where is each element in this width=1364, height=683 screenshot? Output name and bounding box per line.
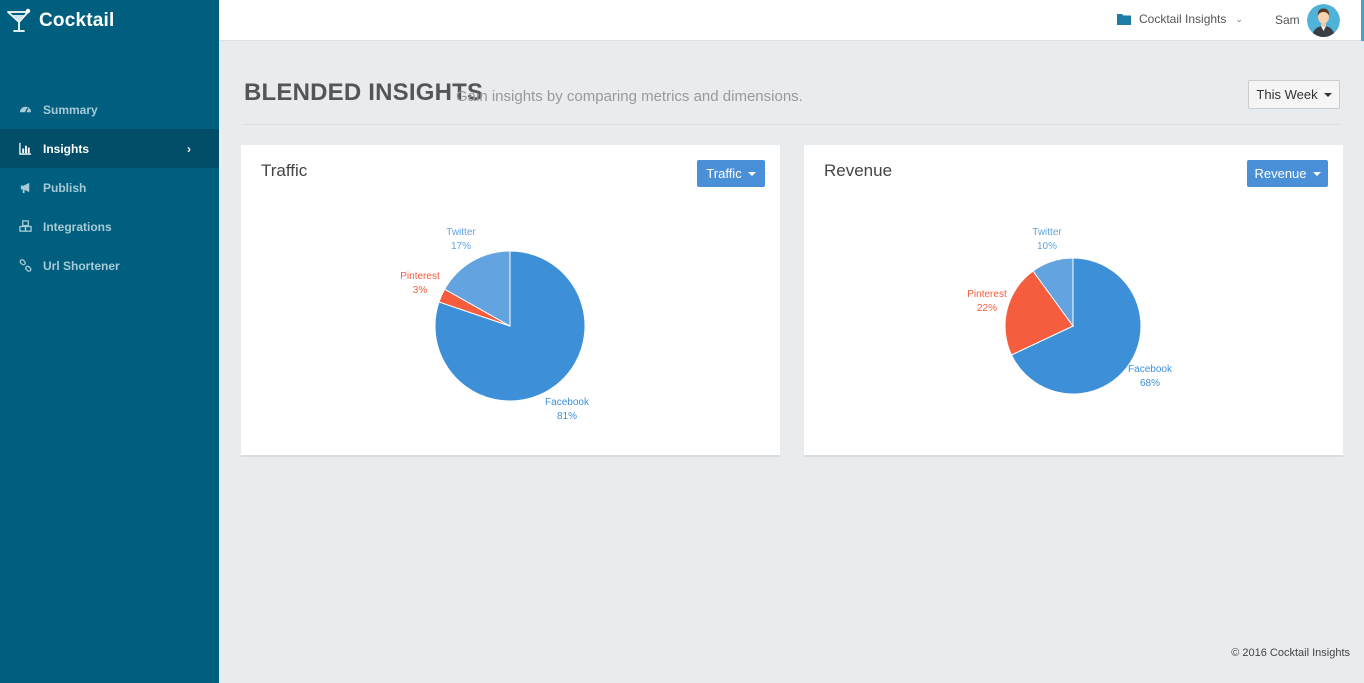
link-icon (18, 259, 32, 273)
chevron-down-icon: ⌄ (1235, 13, 1243, 24)
slice-percent-twitter: 10% (1037, 241, 1057, 252)
sidebar-item-url-shortener[interactable]: Url Shortener (0, 246, 219, 285)
slice-label-pinterest: Pinterest (967, 289, 1007, 300)
sidebar-item-label: Insights (43, 141, 90, 156)
traffic-card: Traffic Traffic Facebook 81% Pinterest 3% Tw… (241, 145, 780, 457)
sidebar-item-publish[interactable]: Publish (0, 168, 219, 207)
sidebar-item-label: Summary (43, 102, 98, 117)
logo[interactable]: Cocktail (6, 8, 115, 34)
folder-icon (1117, 14, 1131, 25)
slice-label-pinterest: Pinterest (400, 271, 440, 282)
slice-percent-facebook: 68% (1140, 378, 1160, 389)
slice-label-facebook: Facebook (1128, 364, 1173, 375)
slice-percent-pinterest: 3% (413, 285, 428, 296)
sidebar-item-label: Integrations (43, 219, 112, 234)
cocktail-glass-icon (7, 8, 31, 32)
period-dropdown[interactable]: This Week (1248, 80, 1340, 109)
slice-percent-pinterest: 22% (977, 303, 997, 314)
slice-percent-facebook: 81% (557, 411, 577, 422)
chevron-right-icon: › (187, 142, 191, 156)
revenue-pie-chart: Facebook 68% Pinterest 22% Twitter 10% (967, 227, 1173, 395)
page-subtitle: Gain insights by comparing metrics and d… (456, 88, 803, 105)
header-divider (242, 124, 1340, 125)
slice-label-twitter: Twitter (1032, 227, 1062, 238)
sidebar-item-label: Publish (43, 180, 87, 195)
topbar: Cocktail Insights ⌄ Sam (219, 0, 1364, 41)
period-label: This Week (1256, 87, 1318, 102)
caret-down-icon (1323, 92, 1332, 97)
bar-chart-icon (18, 142, 32, 156)
sidebar-nav: Summary Insights › Publish Integrations (0, 90, 219, 285)
dashboard-icon (18, 103, 32, 117)
traffic-pie-chart: Facebook 81% Pinterest 3% Twitter 17% (400, 227, 590, 422)
slice-percent-twitter: 17% (451, 241, 471, 252)
sidebar: Cocktail Summary Insights › Publish Inte… (0, 0, 219, 683)
page-title: BLENDED INSIGHTS (244, 79, 484, 106)
cubes-icon (18, 220, 32, 234)
sidebar-item-summary[interactable]: Summary (0, 90, 219, 129)
workspace-selector[interactable]: Cocktail Insights ⌄ (1117, 12, 1243, 26)
workspace-name: Cocktail Insights (1139, 12, 1227, 26)
slice-label-facebook: Facebook (545, 397, 590, 408)
avatar[interactable] (1307, 4, 1340, 37)
revenue-card: Revenue Revenue Facebook 68% Pinterest 22% T… (804, 145, 1343, 457)
footer-copyright: © 2016 Cocktail Insights (1231, 647, 1350, 659)
sidebar-item-insights[interactable]: Insights › (0, 129, 219, 168)
sidebar-item-label: Url Shortener (43, 258, 120, 273)
app-name: Cocktail (39, 10, 115, 31)
megaphone-icon (18, 181, 32, 195)
slice-label-twitter: Twitter (446, 227, 476, 238)
user-name[interactable]: Sam (1275, 13, 1300, 27)
sidebar-item-integrations[interactable]: Integrations (0, 207, 219, 246)
